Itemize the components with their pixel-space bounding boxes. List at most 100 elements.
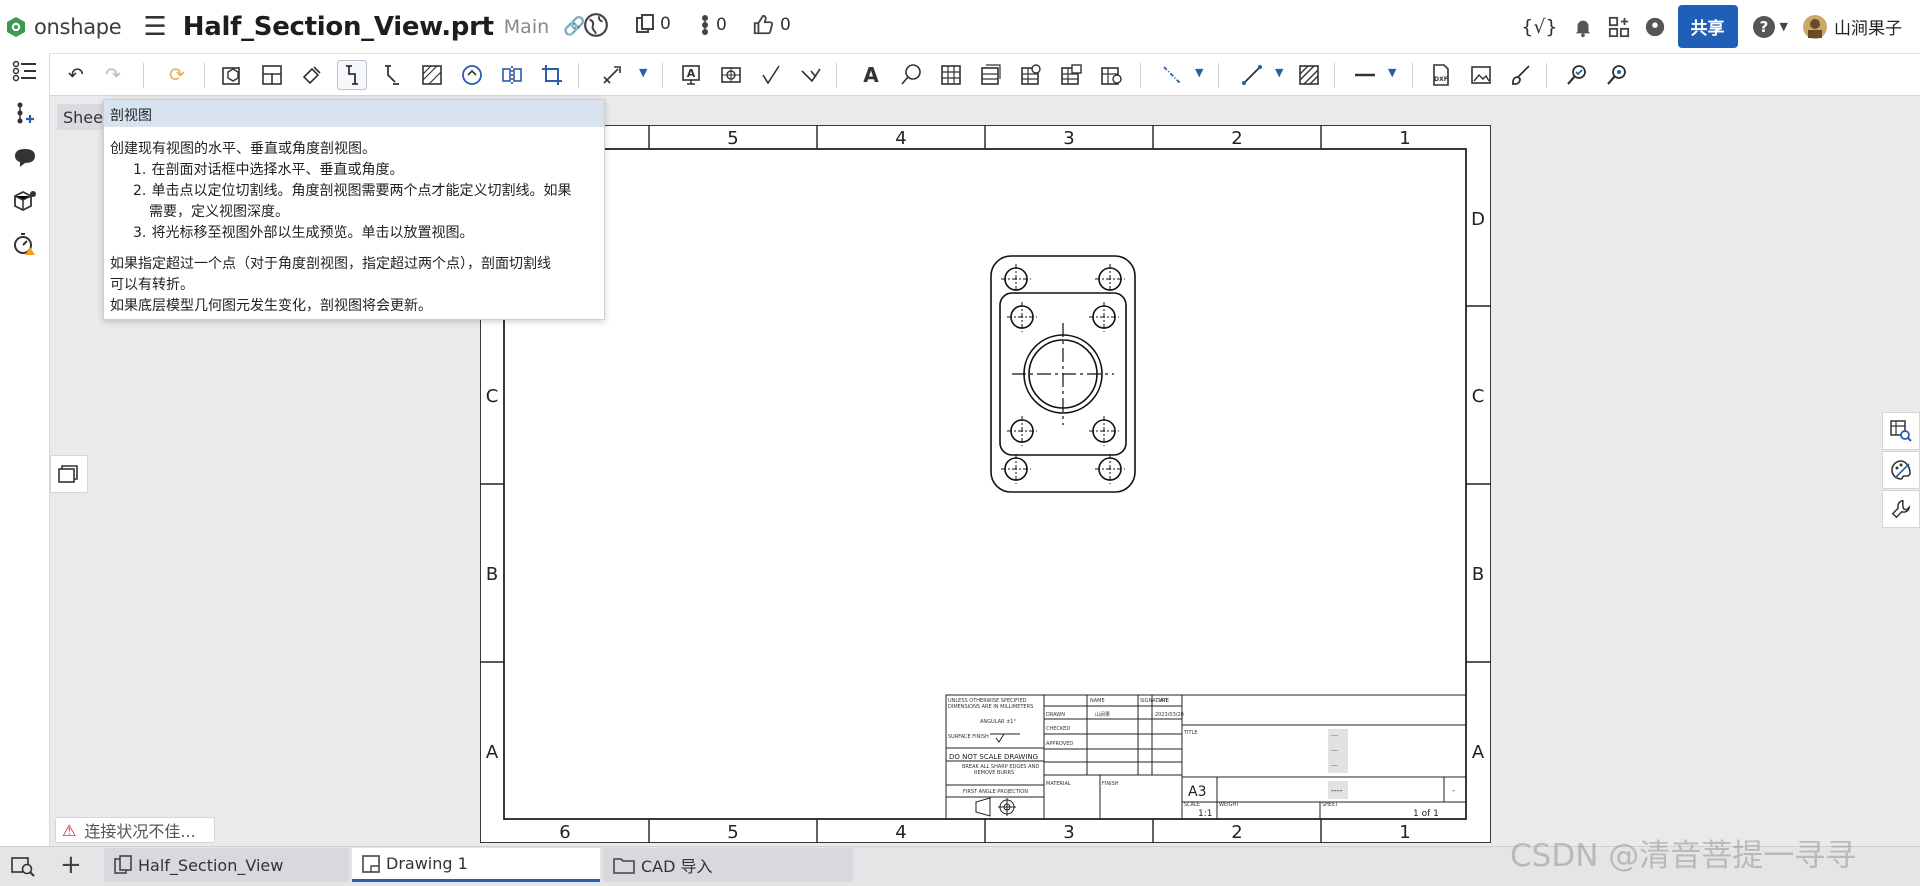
user-name[interactable]: 山涧果子 bbox=[1834, 14, 1902, 39]
svg-text:?: ? bbox=[1759, 18, 1768, 36]
format-painter-icon[interactable] bbox=[1506, 60, 1536, 90]
detail-view-icon[interactable] bbox=[457, 60, 487, 90]
weld-symbol-icon[interactable] bbox=[796, 60, 826, 90]
versions-counter[interactable]: 0 bbox=[636, 14, 671, 34]
note-icon[interactable]: A bbox=[676, 60, 706, 90]
line-style-dropdown-caret-icon[interactable]: ▼ bbox=[1388, 66, 1396, 79]
avatar[interactable] bbox=[1802, 14, 1828, 40]
dimension-dropdown-caret-icon[interactable]: ▼ bbox=[639, 66, 647, 79]
tooltip-paragraph: 可以有转折。 bbox=[110, 277, 194, 293]
branch-label[interactable]: Main bbox=[504, 16, 549, 38]
redo-icon[interactable]: ↷ bbox=[98, 60, 128, 90]
bom-table-icon[interactable] bbox=[976, 60, 1006, 90]
tooltip-paragraph: 如果指定超过一个点（对于角度剖视图，指定超过两个点），剖面切割线 bbox=[110, 256, 551, 272]
projected-view-icon[interactable] bbox=[257, 60, 287, 90]
tab-label: CAD 导入 bbox=[641, 857, 713, 876]
col-label: 4 bbox=[895, 822, 906, 843]
notifications-bell-icon[interactable] bbox=[1572, 16, 1594, 38]
branches-counter[interactable]: 0 bbox=[700, 14, 727, 36]
revision-table-icon[interactable] bbox=[1056, 60, 1086, 90]
appearance-button[interactable] bbox=[1882, 451, 1920, 489]
app-store-icon[interactable] bbox=[1608, 16, 1630, 38]
tb-material: MATERIAL bbox=[1046, 781, 1071, 787]
tb-approved: APPROVED bbox=[1046, 741, 1073, 747]
centerline-dropdown-caret-icon[interactable]: ▼ bbox=[1195, 66, 1203, 79]
tab-half-section-view[interactable]: Half_Section_View bbox=[104, 848, 349, 882]
thumbs-up-icon bbox=[753, 14, 774, 35]
broken-out-section-icon[interactable] bbox=[417, 60, 447, 90]
top-bar: onshape ☰ Half_Section_View.prt Main 🔗 0… bbox=[0, 0, 1920, 53]
insert-image-icon[interactable] bbox=[1466, 60, 1496, 90]
text-icon[interactable]: A bbox=[856, 60, 886, 90]
share-button[interactable]: 共享 bbox=[1677, 5, 1738, 48]
performance-warning-icon[interactable] bbox=[10, 229, 40, 259]
menu-icon[interactable]: ☰ bbox=[143, 14, 166, 40]
tab-drawing-1[interactable]: Drawing 1 bbox=[352, 848, 600, 882]
hole-table-icon[interactable] bbox=[1016, 60, 1046, 90]
document-title[interactable]: Half_Section_View.prt bbox=[183, 12, 494, 42]
aligned-section-view-icon[interactable] bbox=[377, 60, 407, 90]
update-icon[interactable]: ⟳ bbox=[162, 60, 192, 90]
connection-status-text: 连接状况不佳... bbox=[84, 822, 196, 841]
tb-checked: CHECKED bbox=[1046, 726, 1070, 732]
tb-do-not-scale: DO NOT SCALE DRAWING bbox=[949, 753, 1038, 761]
tb-rev: - bbox=[1452, 786, 1455, 795]
drawing-sheet[interactable]: 5 4 3 2 1 6 5 4 3 2 1 D C B A C B A UNLE… bbox=[480, 125, 1491, 843]
toolbar-separator bbox=[1140, 63, 1141, 88]
datum-target-icon[interactable] bbox=[716, 60, 746, 90]
variables-icon[interactable]: {√} bbox=[1521, 16, 1557, 38]
tb-drawn-date: 2023/03/20 bbox=[1155, 712, 1184, 718]
sheets-panel-button[interactable] bbox=[50, 455, 88, 493]
bend-table-icon[interactable] bbox=[1096, 60, 1126, 90]
wrench-icon bbox=[1891, 499, 1911, 519]
section-view-tooltip: 剖视图 创建现有视图的水平、垂直或角度剖视图。 1. 在剖面对话框中选择水平、垂… bbox=[103, 99, 605, 320]
onshape-logo[interactable]: onshape bbox=[4, 15, 122, 39]
part-studio-icon bbox=[114, 855, 132, 874]
parts-icon[interactable] bbox=[10, 185, 40, 215]
tooltip-step: 2. 单击点以定位切割线。角度剖视图需要两个点才能定义切割线。如果 bbox=[133, 183, 572, 199]
tooltip-body: 创建现有视图的水平、垂直或角度剖视图。 1. 在剖面对话框中选择水平、垂直或角度… bbox=[104, 127, 604, 317]
table-search-icon bbox=[1890, 420, 1912, 442]
tab-cad-import[interactable]: CAD 导入 bbox=[603, 848, 853, 882]
export-dxf-icon[interactable]: DXF bbox=[1426, 60, 1456, 90]
view-tools-button[interactable] bbox=[1882, 412, 1920, 450]
tooltip-intro: 创建现有视图的水平、垂直或角度剖视图。 bbox=[110, 141, 376, 157]
globe-icon[interactable] bbox=[583, 12, 609, 38]
likes-counter[interactable]: 0 bbox=[752, 14, 791, 36]
line-icon[interactable] bbox=[1237, 60, 1267, 90]
connection-status[interactable]: ⚠ 连接状况不佳... bbox=[55, 817, 215, 843]
table-icon[interactable] bbox=[936, 60, 966, 90]
callout-icon[interactable] bbox=[896, 60, 926, 90]
section-view-icon[interactable] bbox=[337, 60, 367, 90]
inspect-icon[interactable] bbox=[1562, 60, 1592, 90]
search-tabs-icon[interactable] bbox=[10, 855, 36, 877]
feature-list-icon[interactable] bbox=[10, 56, 40, 86]
learning-center-icon[interactable] bbox=[1644, 16, 1666, 38]
toolbar-separator bbox=[836, 63, 837, 88]
help-icon[interactable]: ? bbox=[1752, 15, 1776, 39]
toolbar-separator bbox=[143, 63, 144, 88]
tb-weight: WEIGHT bbox=[1219, 802, 1240, 808]
add-item-icon[interactable] bbox=[10, 98, 40, 128]
hatch-icon[interactable] bbox=[1294, 60, 1324, 90]
configure-button[interactable] bbox=[1882, 490, 1920, 528]
left-panel bbox=[0, 53, 50, 886]
row-label: D bbox=[1471, 209, 1485, 230]
help-caret-icon[interactable]: ▼ bbox=[1780, 20, 1788, 33]
inspect-settings-icon[interactable] bbox=[1602, 60, 1632, 90]
auxiliary-view-icon[interactable] bbox=[297, 60, 327, 90]
tb-break-edges: REMOVE BURRS bbox=[974, 770, 1014, 776]
break-view-icon[interactable] bbox=[497, 60, 527, 90]
add-tab-button[interactable]: + bbox=[60, 850, 82, 880]
line-dropdown-caret-icon[interactable]: ▼ bbox=[1275, 66, 1283, 79]
tb-dash: ---- bbox=[1331, 763, 1338, 769]
line-style-icon[interactable] bbox=[1350, 60, 1380, 90]
dimension-icon[interactable] bbox=[597, 60, 627, 90]
comments-icon[interactable] bbox=[10, 143, 40, 173]
crop-view-icon[interactable] bbox=[537, 60, 567, 90]
undo-icon[interactable]: ↶ bbox=[61, 60, 91, 90]
surface-finish-icon[interactable] bbox=[756, 60, 786, 90]
tb-finish: FINISH bbox=[1102, 781, 1119, 787]
centerline-icon[interactable] bbox=[1157, 60, 1187, 90]
insert-view-icon[interactable] bbox=[217, 60, 247, 90]
